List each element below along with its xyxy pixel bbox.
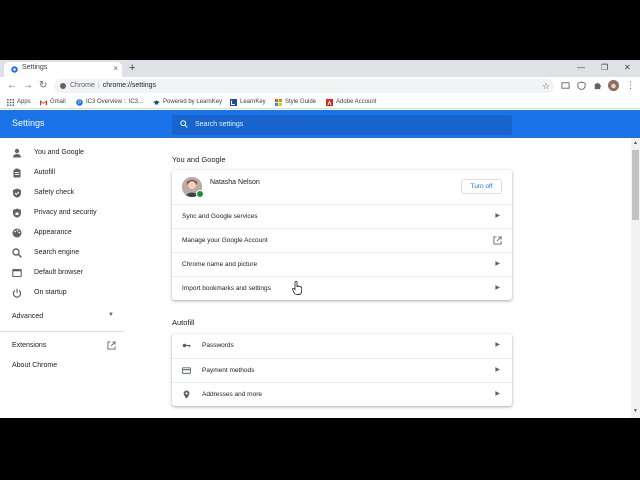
chrome-site-icon <box>60 83 66 89</box>
open-in-new-icon <box>107 341 116 350</box>
scroll-down-arrow-icon[interactable]: ▼ <box>633 408 638 414</box>
url-text: chrome://settings <box>102 82 157 89</box>
extensions-puzzle-icon[interactable] <box>593 81 602 90</box>
extension-cast-icon[interactable] <box>561 81 570 90</box>
bookmark-learnkey[interactable]: LearnKey <box>230 97 266 107</box>
bookmark-powered-by-learnkey[interactable]: Powered by LearnKey <box>153 97 222 107</box>
new-tab-button[interactable]: + <box>129 61 135 75</box>
page-scrollbar[interactable]: ▲ ▼ <box>631 138 640 418</box>
credit-card-icon <box>182 367 191 374</box>
sidebar-item-search-engine[interactable]: Search engine <box>0 244 128 262</box>
chevron-right-icon: ▶ <box>495 342 500 348</box>
address-bar[interactable]: Chrome | chrome://settings ☆ <box>54 79 554 93</box>
learnkey-cap-icon <box>153 100 160 104</box>
sidebar-about-chrome[interactable]: About Chrome <box>0 359 128 377</box>
account-row: Natasha Nelson Turn off <box>172 170 512 204</box>
bookmark-star-icon[interactable]: ☆ <box>542 80 550 92</box>
browser-toolbar: ← → ↻ Chrome | chrome://settings ☆ ⋮ <box>0 77 640 95</box>
reload-button[interactable]: ↻ <box>39 79 47 93</box>
sidebar-item-on-startup[interactable]: On startup <box>0 284 128 302</box>
section-title-autofill: Autofill <box>172 318 195 327</box>
person-icon <box>13 148 21 158</box>
gmail-icon <box>40 99 47 105</box>
bookmark-apps[interactable]: Apps <box>7 97 31 107</box>
learnkey-icon <box>230 98 237 106</box>
addresses-and-more-row[interactable]: Addresses and more ▶ <box>172 382 512 406</box>
menu-kebab-icon[interactable]: ⋮ <box>626 79 635 92</box>
svg-text:P: P <box>78 100 81 106</box>
maximize-button[interactable]: ❐ <box>601 62 608 74</box>
profile-avatar[interactable] <box>608 80 619 91</box>
shield-check-icon <box>13 188 21 198</box>
search-placeholder: Search settings <box>195 121 244 128</box>
passwords-row[interactable]: Passwords ▶ <box>172 334 512 358</box>
back-button[interactable]: ← <box>7 79 17 93</box>
extension-shield-icon[interactable] <box>577 81 586 90</box>
minimize-button[interactable]: — <box>577 62 585 74</box>
sidebar-item-autofill[interactable]: Autofill <box>0 164 128 182</box>
forward-button[interactable]: → <box>23 79 33 93</box>
gear-icon <box>11 66 18 73</box>
tab-strip: Settings × + — ❐ ✕ <box>0 60 640 77</box>
browser-window-icon <box>12 268 22 278</box>
chevron-right-icon: ▶ <box>495 213 500 219</box>
autofill-card: Passwords ▶ Payment methods ▶ Addresses … <box>172 334 512 406</box>
sidebar-item-safety-check[interactable]: Safety check <box>0 184 128 202</box>
import-bookmarks-row[interactable]: Import bookmarks and settings ▶ <box>172 276 512 300</box>
sidebar-divider <box>0 331 124 332</box>
chevron-right-icon: ▶ <box>495 285 500 291</box>
tab-title: Settings <box>22 64 48 71</box>
sidebar-advanced[interactable]: Advanced ▼ <box>0 309 128 327</box>
chevron-right-icon: ▶ <box>495 261 500 267</box>
sync-and-google-services-row[interactable]: Sync and Google services ▶ <box>172 204 512 228</box>
site-chip: Chrome <box>70 82 95 89</box>
palette-icon <box>12 228 22 238</box>
payment-methods-row[interactable]: Payment methods ▶ <box>172 358 512 382</box>
location-pin-icon <box>183 390 190 399</box>
clipboard-icon <box>13 168 21 178</box>
adobe-icon <box>326 98 333 106</box>
settings-header: Settings Search settings <box>0 110 640 138</box>
sidebar-item-appearance[interactable]: Appearance <box>0 224 128 242</box>
page-title: Settings <box>12 118 45 128</box>
settings-sidebar: You and Google Autofill Safety check Pri… <box>0 138 128 418</box>
section-title-you-and-google: You and Google <box>172 155 226 164</box>
scroll-thumb[interactable] <box>632 150 639 220</box>
apps-grid-icon <box>7 98 14 106</box>
search-icon <box>180 120 188 128</box>
close-window-button[interactable]: ✕ <box>624 62 631 74</box>
scroll-up-arrow-icon[interactable]: ▲ <box>633 140 638 146</box>
sidebar-item-default-browser[interactable]: Default browser <box>0 264 128 282</box>
key-icon <box>182 343 191 348</box>
you-and-google-card: Natasha Nelson Turn off Sync and Google … <box>172 170 512 300</box>
power-icon <box>12 288 22 298</box>
ic3-icon: P <box>76 98 83 106</box>
chrome-window: Settings × + — ❐ ✕ ← → ↻ Chrome | chrome:/… <box>0 60 640 418</box>
turn-off-sync-button[interactable]: Turn off <box>461 179 502 194</box>
chevron-down-icon: ▼ <box>108 312 114 318</box>
shield-lock-icon <box>13 208 21 218</box>
tab-close-icon[interactable]: × <box>113 63 118 75</box>
windows-logo-icon <box>275 98 282 106</box>
search-icon <box>12 248 22 258</box>
user-name: Natasha Nelson <box>210 179 260 186</box>
bookmark-ic3[interactable]: P IC3 Overview :: IC3... <box>76 97 143 107</box>
bookmark-gmail[interactable]: Gmail <box>40 97 66 107</box>
chevron-right-icon: ▶ <box>495 391 500 397</box>
sidebar-item-privacy-and-security[interactable]: Privacy and security <box>0 204 128 222</box>
sync-on-badge <box>196 190 204 198</box>
chrome-name-and-picture-row[interactable]: Chrome name and picture ▶ <box>172 252 512 276</box>
hand-cursor-icon <box>292 281 302 295</box>
sidebar-extensions[interactable]: Extensions <box>0 339 128 357</box>
bookmarks-bar: Apps Gmail P IC3 Overview :: IC3... Powe… <box>0 95 640 109</box>
bookmark-adobe-account[interactable]: Adobe Account <box>326 97 376 107</box>
sidebar-item-you-and-google[interactable]: You and Google <box>0 144 128 162</box>
manage-google-account-row[interactable]: Manage your Google Account <box>172 228 512 252</box>
open-in-new-icon <box>493 236 502 245</box>
chevron-right-icon: ▶ <box>495 367 500 373</box>
bookmark-style-guide[interactable]: Style Guide <box>275 97 316 107</box>
search-settings-input[interactable]: Search settings <box>172 115 512 135</box>
tab-settings[interactable]: Settings × <box>4 62 122 77</box>
